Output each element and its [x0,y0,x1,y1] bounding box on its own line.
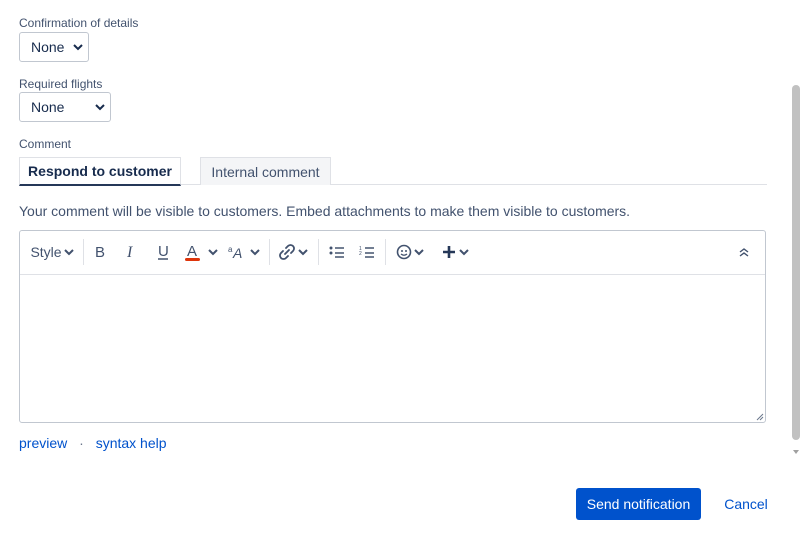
preview-link[interactable]: preview [19,435,67,451]
editor-links: preview · syntax help [19,435,167,451]
chevron-down-icon [73,44,83,51]
syntax-help-link[interactable]: syntax help [96,435,167,451]
text-color-icon: A [185,243,200,261]
numbered-list-icon: 12 [359,246,374,258]
emoji-button[interactable] [392,239,428,265]
chevron-down-icon [298,249,308,256]
underline-icon: U [158,243,169,260]
chevron-down-icon [95,104,105,111]
send-notification-button[interactable]: Send notification [576,488,701,520]
svg-text:I: I [126,244,133,260]
scroll-down-arrow-icon[interactable] [792,448,800,456]
insert-button[interactable] [438,239,472,265]
style-dropdown-label: Style [30,244,62,260]
editor-toolbar: Style B I U A aA 12 [20,231,765,275]
toolbar-separator [318,239,319,265]
italic-icon: I [126,244,133,260]
svg-text:2: 2 [359,251,362,257]
bold-icon: B [95,244,105,260]
comment-visibility-hint: Your comment will be visible to customer… [19,203,631,219]
page-scrollbar-thumb[interactable] [792,85,800,440]
link-icon [279,244,295,260]
bullet-list-icon [329,246,344,258]
bold-button[interactable]: B [90,239,112,265]
confirmation-label: Confirmation of details [19,16,139,30]
toolbar-separator [269,239,270,265]
text-format-icon: aA [228,245,242,260]
required-flights-label: Required flights [19,77,103,91]
toolbar-separator [385,239,386,265]
resize-handle-icon[interactable] [754,411,764,421]
insert-plus-icon [442,246,455,258]
text-format-button[interactable]: aA [226,239,262,265]
toolbar-separator [83,239,84,265]
chevron-down-icon [208,249,218,256]
cancel-button[interactable]: Cancel [716,488,776,520]
tab-internal-comment[interactable]: Internal comment [200,157,331,185]
comment-textarea[interactable] [20,274,765,422]
links-separator: · [79,435,84,451]
chevron-down-icon [250,249,260,256]
text-color-button[interactable]: A [182,239,220,265]
chevron-down-icon [63,249,74,256]
comment-editor: Style B I U A aA 12 [19,230,766,423]
svg-text:U: U [158,243,169,260]
underline-button[interactable]: U [152,239,174,265]
emoji-icon [396,244,412,260]
svg-text:B: B [95,244,105,260]
collapse-toolbar-icon [739,248,749,257]
link-button[interactable] [276,239,310,265]
bullet-list-button[interactable] [326,239,348,265]
comment-label: Comment [19,137,72,151]
required-flights-select[interactable]: None [19,92,111,122]
collapse-toolbar-button[interactable] [733,239,755,265]
required-flights-select-value: None [31,99,65,115]
tab-respond-to-customer[interactable]: Respond to customer [19,157,181,186]
numbered-list-button[interactable]: 12 [356,239,378,265]
chevron-down-icon [458,249,469,256]
style-dropdown[interactable]: Style [28,239,76,265]
svg-text:A: A [187,243,197,260]
chevron-down-icon [414,249,424,256]
italic-button[interactable]: I [120,239,142,265]
confirmation-select-value: None [31,39,65,55]
confirmation-select[interactable]: None [19,32,89,62]
svg-text:A: A [232,245,242,260]
